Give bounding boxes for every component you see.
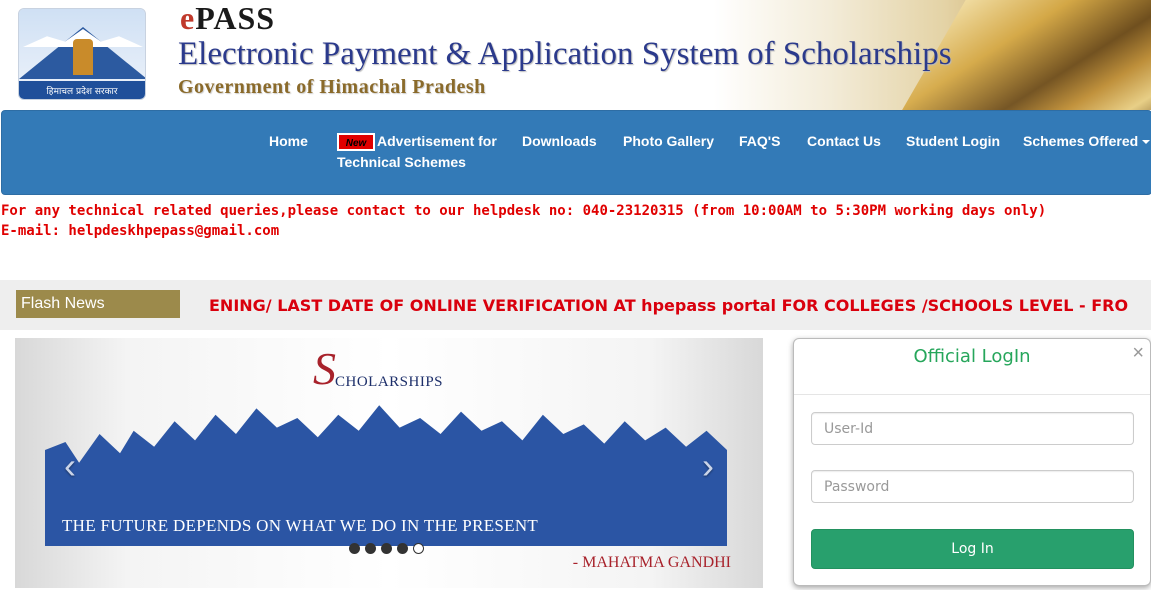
- carousel-dot-1[interactable]: [349, 543, 360, 554]
- official-login-panel: Official LogIn × Log In: [793, 338, 1151, 586]
- carousel-dot-2[interactable]: [365, 543, 376, 554]
- new-badge: New: [337, 133, 375, 152]
- himachal-emblem-icon: हिमाचल प्रदेश सरकार: [18, 8, 146, 100]
- brand-pass: PASS: [195, 0, 276, 36]
- nav-advertisement-line2: Technical Schemes: [337, 154, 466, 170]
- chevron-right-icon[interactable]: ›: [693, 446, 723, 486]
- nav-photo-gallery[interactable]: Photo Gallery: [623, 131, 714, 152]
- carousel-dot-5[interactable]: [413, 543, 424, 554]
- nav-contact-us[interactable]: Contact Us: [807, 131, 881, 152]
- nav-home[interactable]: Home: [269, 131, 308, 152]
- site-header: हिमाचल प्रदेश सरकार ePASS Electronic Pay…: [0, 0, 1151, 110]
- carousel-indicators: [349, 541, 429, 554]
- scholarship-carousel: S CHOLARSHIPS THE FUTURE DEPENDS ON WHAT…: [15, 338, 763, 588]
- chevron-left-icon[interactable]: ‹: [55, 446, 85, 486]
- site-title: Electronic Payment & Application System …: [178, 36, 952, 72]
- nav-student-login[interactable]: Student Login: [906, 131, 1000, 152]
- brand-logo: ePASS: [180, 0, 275, 37]
- close-icon[interactable]: ×: [1132, 342, 1144, 365]
- slide-author: - MAHATMA GANDHI: [572, 554, 731, 571]
- flash-news-marquee[interactable]: ENING/ LAST DATE OF ONLINE VERIFICATION …: [209, 296, 1128, 315]
- nav-schemes-offered-label: Schemes Offered: [1023, 133, 1139, 149]
- nav-downloads[interactable]: Downloads: [522, 131, 597, 152]
- carousel-dot-3[interactable]: [381, 543, 392, 554]
- site-subtitle: Government of Himachal Pradesh: [178, 76, 486, 98]
- caret-down-icon: [1142, 140, 1151, 145]
- login-title: Official LogIn: [913, 346, 1031, 367]
- flash-news-label: Flash News: [16, 290, 180, 318]
- nav-advertisement[interactable]: New Advertisement for Technical Schemes: [337, 131, 502, 173]
- brand-e: e: [180, 0, 196, 36]
- login-button[interactable]: Log In: [811, 529, 1134, 569]
- carousel-dot-4[interactable]: [397, 543, 408, 554]
- password-input[interactable]: [811, 470, 1134, 503]
- emblem-caption: हिमाचल प्रदेश सरकार: [46, 87, 118, 97]
- helpdesk-email-text: E-mail: helpdeskhpepass@gmail.com: [1, 223, 280, 239]
- scholarships-logo-s: S: [313, 343, 336, 394]
- main-navbar: Home New Advertisement for Technical Sche…: [1, 110, 1151, 195]
- user-id-input[interactable]: [811, 412, 1134, 445]
- nav-schemes-offered[interactable]: Schemes Offered: [1023, 131, 1151, 152]
- nav-advertisement-line1: Advertisement for: [377, 133, 497, 149]
- login-header: Official LogIn ×: [794, 339, 1150, 395]
- helpdesk-notice: For any technical related queries,please…: [1, 201, 1046, 241]
- nav-faqs[interactable]: FAQ'S: [739, 131, 780, 152]
- scholarships-logo-text: CHOLARSHIPS: [335, 374, 444, 390]
- flash-news-bar: Flash News ENING/ LAST DATE OF ONLINE VE…: [0, 280, 1151, 330]
- slide-quote: THE FUTURE DEPENDS ON WHAT WE DO IN THE …: [62, 516, 539, 535]
- helpdesk-phone-text: For any technical related queries,please…: [1, 203, 1047, 219]
